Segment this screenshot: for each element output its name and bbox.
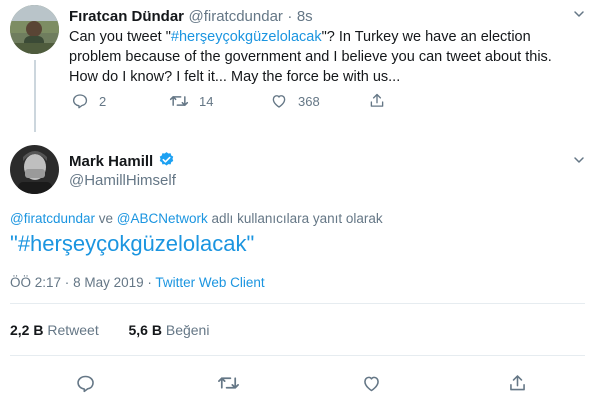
verified-badge-icon	[158, 151, 175, 173]
parent-handle[interactable]: @firatcdundar	[188, 8, 282, 25]
engagement-stats: 2,2 B Retweet 5,6 B Beğeni	[10, 322, 209, 338]
reply-to-suffix: adlı kullanıcılara yanıt olarak	[211, 211, 383, 226]
divider-bottom	[10, 355, 585, 356]
parent-share-button[interactable]	[368, 91, 386, 110]
likes-label: Beğeni	[165, 322, 210, 338]
parent-timestamp[interactable]: 8s	[297, 8, 313, 25]
share-icon	[510, 375, 525, 391]
retweet-icon	[169, 96, 189, 106]
main-avatar[interactable]	[10, 145, 59, 194]
reply-icon	[77, 375, 94, 393]
parent-hashtag-link[interactable]: #herşeyçokgüzelolacak	[171, 29, 322, 45]
reply-to-user1-link[interactable]: @firatcdundar	[10, 211, 95, 226]
main-share-button[interactable]	[507, 372, 528, 394]
main-display-name[interactable]: Mark Hamill	[69, 153, 153, 170]
reply-to-conj: ve	[98, 211, 114, 226]
meta-separator-2: ·	[147, 275, 152, 290]
parent-separator: ·	[287, 8, 293, 25]
parent-reply-count: 2	[99, 93, 107, 109]
parent-like-count: 368	[298, 93, 320, 109]
main-retweet-button[interactable]	[217, 373, 240, 393]
reply-to-user2-link[interactable]: @ABCNetwork	[117, 211, 208, 226]
parent-like-button[interactable]: 368	[270, 92, 320, 110]
main-like-button[interactable]	[361, 373, 382, 394]
tweet-time[interactable]: ÖÖ 2:17	[10, 275, 61, 290]
heart-icon	[364, 376, 379, 392]
reply-icon	[72, 94, 88, 109]
retweet-icon	[218, 377, 239, 389]
tweet-client-link[interactable]: Twitter Web Client	[155, 275, 264, 290]
main-name-row: Mark Hamill	[69, 151, 175, 173]
parent-text-after: "? In Turkey we have an election	[321, 29, 531, 45]
parent-avatar[interactable]	[10, 5, 59, 54]
parent-retweet-count: 14	[199, 93, 214, 109]
likes-stat[interactable]: 5,6 B Beğeni	[129, 322, 210, 338]
heart-icon	[272, 95, 286, 108]
main-reply-button[interactable]	[75, 373, 96, 394]
parent-tweet-text: Can you tweet "#herşeyçokgüzelolacak"? I…	[69, 27, 589, 87]
parent-header: Fıratcan Dündar @firatcdundar · 8s	[69, 8, 313, 26]
retweets-count: 2,2 B	[10, 322, 44, 338]
thread-line	[34, 60, 36, 132]
main-quote-open: "	[10, 231, 18, 256]
parent-display-name[interactable]: Fıratcan Dündar	[69, 8, 184, 25]
parent-retweet-button[interactable]: 14	[169, 92, 213, 110]
parent-more-chevron-icon[interactable]	[573, 7, 585, 23]
reply-context: @firatcdundar ve @ABCNetwork adlı kullan…	[10, 211, 383, 226]
parent-reply-button[interactable]: 2	[71, 92, 106, 110]
meta-separator-1: ·	[64, 275, 70, 290]
main-tweet-text: "#herşeyçokgüzelolacak"	[10, 230, 254, 258]
main-hashtag-link[interactable]: #herşeyçokgüzelolacak	[18, 231, 247, 256]
parent-text-line3: How do I know? I felt it... May the forc…	[69, 69, 401, 85]
share-icon	[370, 93, 384, 107]
retweets-stat[interactable]: 2,2 B Retweet	[10, 322, 103, 338]
main-more-chevron-icon[interactable]	[573, 153, 585, 169]
divider-top	[10, 303, 585, 304]
likes-count: 5,6 B	[128, 322, 162, 338]
parent-text-before: Can you tweet "	[69, 29, 171, 45]
retweets-label: Retweet	[47, 322, 99, 338]
parent-text-line2: problem because of the government and I …	[69, 49, 552, 65]
tweet-meta: ÖÖ 2:17 · 8 May 2019 · Twitter Web Clien…	[10, 275, 265, 290]
main-handle[interactable]: @HamillHimself	[69, 172, 176, 189]
main-quote-close: "	[246, 231, 255, 256]
tweet-date[interactable]: 8 May 2019	[73, 275, 144, 290]
